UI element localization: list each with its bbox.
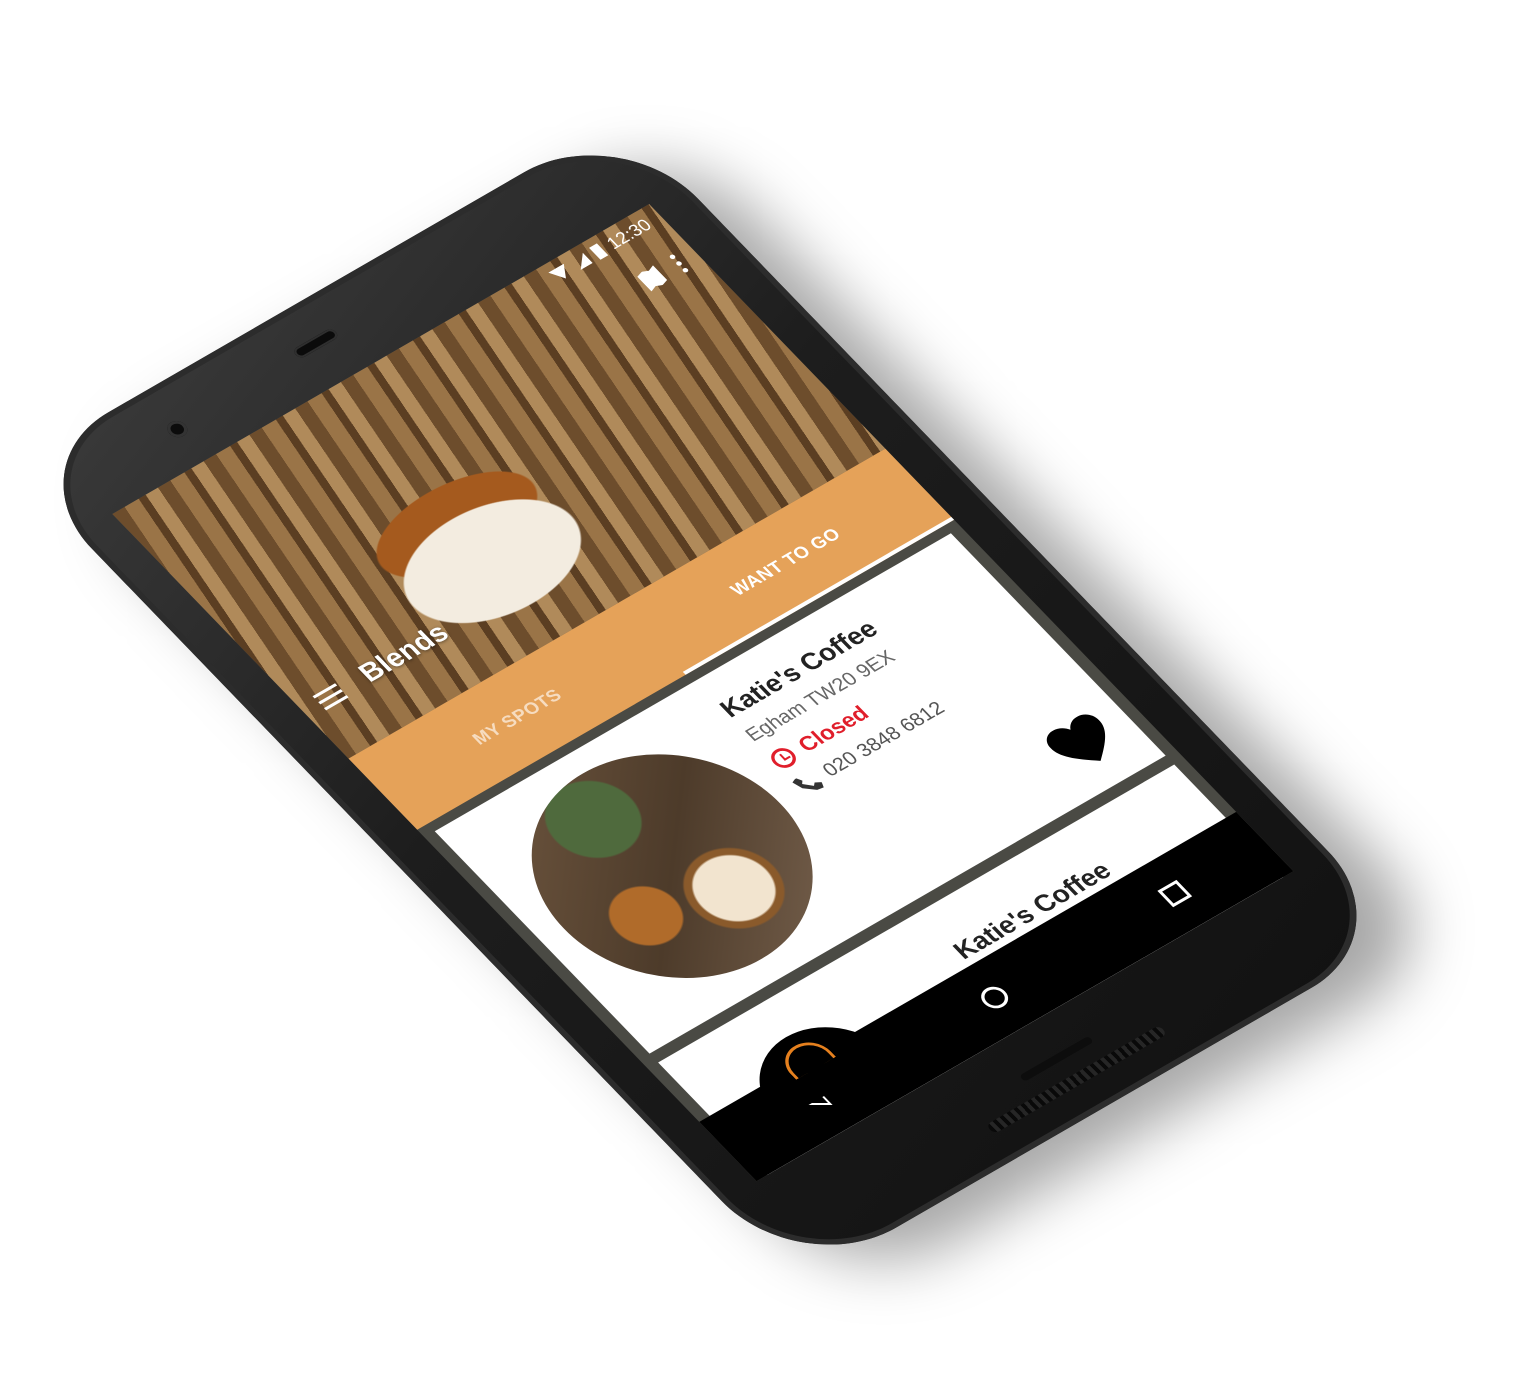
recent-apps-icon[interactable] bbox=[1157, 879, 1193, 908]
phone-device: 12:30 Blends MY SPOTS WANT TO GO Katie's… bbox=[13, 117, 1407, 1283]
signal-icon bbox=[571, 253, 593, 270]
app-screen: 12:30 Blends MY SPOTS WANT TO GO Katie's… bbox=[112, 203, 1294, 1182]
home-icon[interactable] bbox=[975, 982, 1014, 1013]
hamburger-menu-icon[interactable] bbox=[312, 683, 349, 711]
blends-logo-icon bbox=[774, 1034, 837, 1080]
status-bar: 12:30 bbox=[112, 204, 672, 538]
more-vert-icon[interactable] bbox=[668, 253, 690, 273]
app-title: Blends bbox=[351, 617, 455, 688]
wifi-icon bbox=[548, 264, 574, 283]
map-icon[interactable] bbox=[636, 265, 669, 291]
clock-icon bbox=[766, 744, 801, 772]
app-bar-actions bbox=[138, 231, 718, 585]
battery-icon bbox=[589, 243, 609, 260]
phone-icon[interactable] bbox=[791, 770, 826, 797]
earpiece-speaker bbox=[291, 327, 340, 360]
front-camera bbox=[163, 417, 192, 441]
mockup-stage: 12:30 Blends MY SPOTS WANT TO GO Katie's… bbox=[0, 0, 1514, 1382]
heart-icon[interactable] bbox=[1041, 710, 1127, 777]
